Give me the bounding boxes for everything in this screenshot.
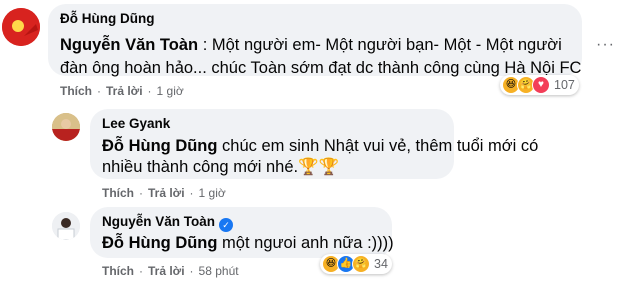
reaction-count: 34	[374, 257, 388, 271]
comment-text-line: nhiều thành công mới nhé.🏆🏆	[102, 158, 340, 176]
separator: ·	[147, 84, 152, 98]
mention-link[interactable]: Nguyễn Văn Toàn	[60, 36, 198, 54]
more-options-icon[interactable]: ···	[596, 36, 615, 54]
comment-text-line: Nguyễn Văn Toàn : Một người em- Một ngườ…	[60, 34, 562, 56]
comment-text-line: Đỗ Hùng Dũng một ngưoi anh nữa :))))	[102, 232, 394, 254]
avatar-photo-icon	[52, 212, 80, 240]
love-reaction-icon: ♥	[532, 76, 550, 94]
comment-actions: Thích · Trả lời · 1 giờ	[102, 186, 226, 200]
comment-actions: Thích · Trả lời · 1 giờ	[60, 84, 184, 98]
like-button[interactable]: Thích	[102, 264, 134, 278]
comment-author[interactable]: Đỗ Hùng Dũng	[60, 11, 154, 26]
separator: ·	[139, 264, 143, 278]
mention-link[interactable]: Đỗ Hùng Dũng	[102, 137, 217, 155]
like-button[interactable]: Thích	[102, 186, 134, 200]
avatar-lee-gyank[interactable]	[52, 113, 80, 141]
separator: ·	[189, 186, 194, 200]
separator: ·	[97, 84, 101, 98]
avatar-do-hung-dung[interactable]	[2, 8, 40, 46]
reaction-count: 107	[554, 78, 575, 92]
separator: ·	[189, 264, 194, 278]
avatar-flag-icon	[2, 8, 40, 46]
timestamp[interactable]: 1 giờ	[199, 186, 226, 200]
reaction-summary[interactable]: 😆 🤗 ♥ 107	[500, 75, 579, 95]
reply-button[interactable]: Trả lời	[148, 186, 185, 200]
reply-button[interactable]: Trả lời	[148, 264, 185, 278]
timestamp[interactable]: 58 phút	[199, 264, 239, 278]
like-button[interactable]: Thích	[60, 84, 92, 98]
comment-text-line: đàn ông hoàn hảo... chúc Toàn sớm đạt dc…	[60, 59, 582, 77]
comment-actions: Thích · Trả lời · 58 phút	[102, 264, 239, 278]
comment-text: chúc em sinh Nhật vui vẻ, thêm tuổi mới …	[217, 137, 539, 155]
care-reaction-icon: 🤗	[352, 255, 370, 273]
comment-author[interactable]: Nguyễn Văn Toàn ✓	[102, 214, 234, 232]
reaction-summary[interactable]: 😆 👍 🤗 34	[320, 254, 392, 274]
separator: ·	[139, 186, 143, 200]
avatar-photo-icon	[52, 113, 80, 141]
comment-text: : Một người em- Một người bạn- Một - Một…	[198, 36, 562, 54]
author-name: Nguyễn Văn Toàn	[102, 214, 216, 229]
comment-text-line: Đỗ Hùng Dũng chúc em sinh Nhật vui vẻ, t…	[102, 135, 538, 157]
comment-author[interactable]: Lee Gyank	[102, 116, 170, 131]
reply-button[interactable]: Trả lời	[106, 84, 143, 98]
verified-badge-icon: ✓	[219, 218, 234, 232]
comment-text: một ngưoi anh nữa :))))	[217, 234, 394, 252]
avatar-nguyen-van-toan[interactable]	[52, 212, 80, 240]
mention-link[interactable]: Đỗ Hùng Dũng	[102, 234, 217, 252]
timestamp[interactable]: 1 giờ	[157, 84, 184, 98]
